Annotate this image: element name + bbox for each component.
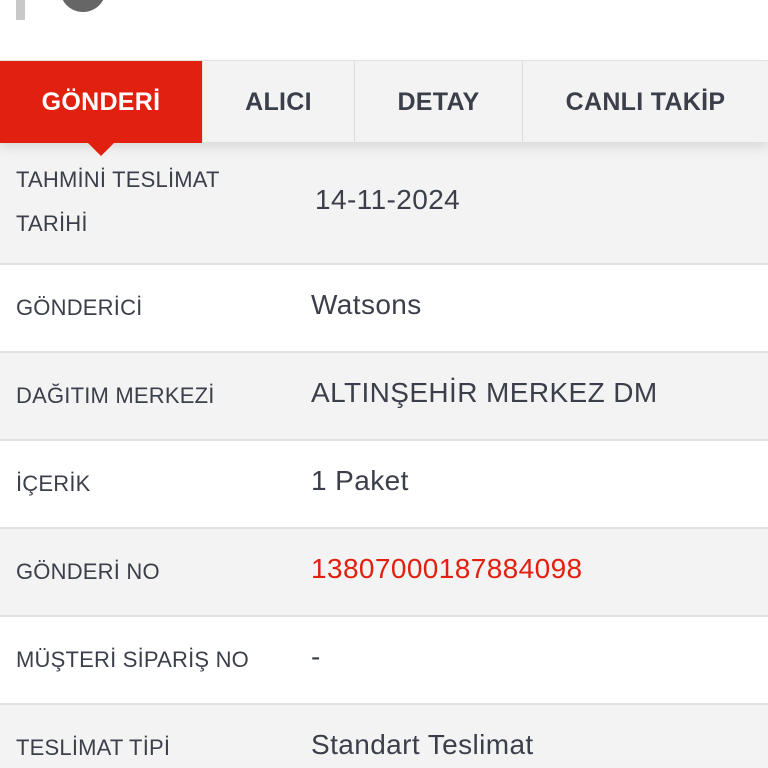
content-value: 1 Paket [311,465,409,496]
shipment-detail-page: GÖNDERİ ALICI DETAY CANLI TAKİP TAHMİNİ … [0,0,768,768]
shipment-no-label: GÖNDERİ NO [16,559,160,584]
shipment-details: TAHMİNİ TESLİMAT TARİHİ 14-11-2024 GÖNDE… [0,142,768,768]
shipment-no-value[interactable]: 13807000187884098 [311,553,583,585]
customer-order-no-label: MÜŞTERİ SİPARİŞ NO [16,647,249,672]
estimated-delivery-label: TAHMİNİ TESLİMAT TARİHİ [16,167,220,236]
detail-row-content: İÇERİK 1 Paket [0,441,768,529]
tab-canli-takip[interactable]: CANLI TAKİP [523,61,768,143]
detail-row-shipment-no: GÖNDERİ NO 13807000187884098 [0,529,768,617]
content-label: İÇERİK [16,471,91,496]
header-circle-icon[interactable] [60,0,106,12]
tab-detay[interactable]: DETAY [355,61,523,143]
customer-order-no-value: - [311,641,321,672]
header-bar-icon [16,0,25,20]
detail-row-distribution-center: DAĞITIM MERKEZİ ALTINŞEHİR MERKEZ DM [0,353,768,441]
tab-gonderi[interactable]: GÖNDERİ [0,61,203,156]
detail-row-customer-order-no: MÜŞTERİ SİPARİŞ NO - [0,617,768,705]
sender-value: Watsons [311,289,422,320]
delivery-type-label: TESLİMAT TİPİ [16,735,171,760]
tab-alici[interactable]: ALICI [203,61,355,143]
distribution-center-value: ALTINŞEHİR MERKEZ DM [311,377,658,408]
estimated-delivery-value: 14-11-2024 [315,184,461,215]
detail-row-sender: GÖNDERİCİ Watsons [0,265,768,353]
detail-row-estimated-delivery: TAHMİNİ TESLİMAT TARİHİ 14-11-2024 [0,142,768,265]
detail-row-delivery-type: TESLİMAT TİPİ Standart Teslimat [0,705,768,768]
tab-bar: GÖNDERİ ALICI DETAY CANLI TAKİP [0,60,768,156]
distribution-center-label: DAĞITIM MERKEZİ [16,383,215,408]
header-partial [0,0,768,58]
delivery-type-value: Standart Teslimat [311,729,534,760]
sender-label: GÖNDERİCİ [16,295,143,320]
